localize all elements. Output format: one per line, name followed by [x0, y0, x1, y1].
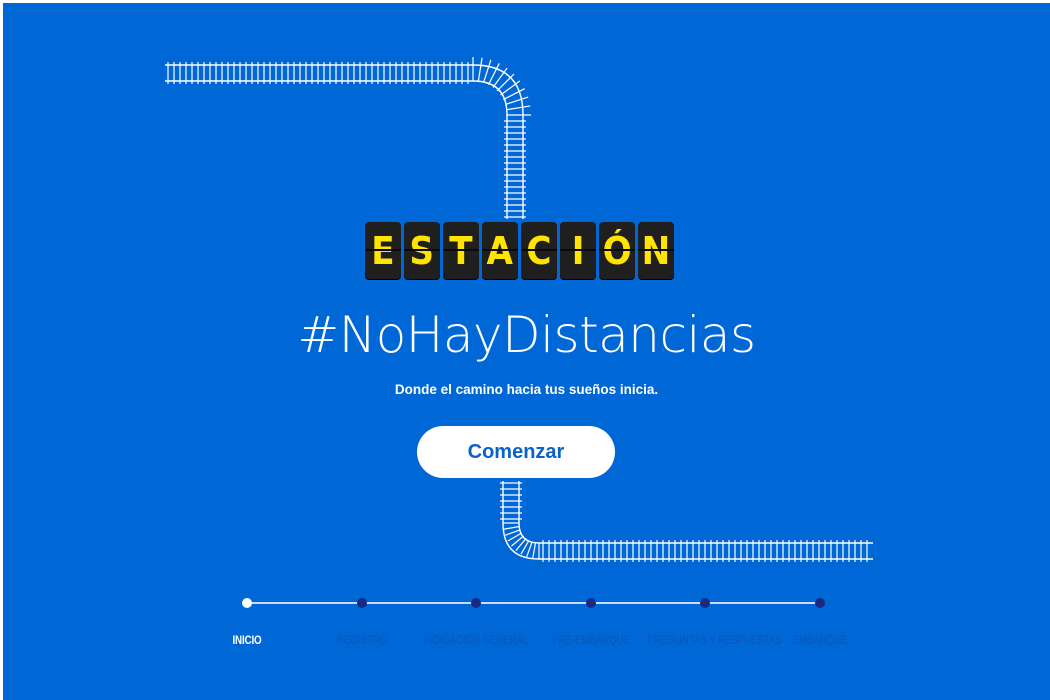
flap-letter: I [571, 228, 585, 273]
step-dot-inicio[interactable] [242, 598, 252, 608]
step-label-indicacion-general[interactable]: INDICACIÓN GENERAL [419, 633, 534, 647]
flap-tile: T [443, 222, 479, 279]
step-dot-indicacion-general[interactable] [471, 598, 481, 608]
railway-track-top [165, 57, 531, 219]
step-label-preguntas-y-respuestas[interactable]: PREGUNTAS Y RESPUESTAS [648, 633, 782, 647]
flap-tile: S [404, 222, 440, 279]
step-label-embarque[interactable]: EMBARQUE [763, 633, 878, 647]
flap-letter: N [641, 228, 671, 273]
flap-tile: A [482, 222, 518, 279]
flap-letter: S [409, 228, 435, 273]
flap-letter: A [486, 228, 514, 273]
flap-tile: E [365, 222, 401, 279]
station-flap-board: E S T A C I Ó N [365, 222, 674, 279]
step-dot-embarque[interactable] [815, 598, 825, 608]
flap-letter: T [449, 228, 473, 273]
flap-letter: Ó [602, 228, 632, 273]
start-button[interactable]: Comenzar [417, 426, 615, 478]
hashtag-title: #NoHayDistancias [297, 306, 756, 364]
step-dot-registro[interactable] [357, 598, 367, 608]
step-label-pre-embarque[interactable]: PRE-EMBARQUE [534, 633, 649, 647]
step-dot-preguntas-y-respuestas[interactable] [700, 598, 710, 608]
page-frame: E S T A C I Ó N #NoHayDistancias Donde e… [0, 0, 1050, 700]
step-dot-pre-embarque[interactable] [586, 598, 596, 608]
flap-tile: I [560, 222, 596, 279]
step-label-registro[interactable]: REGISTRO [305, 633, 420, 647]
hero-panel: E S T A C I Ó N #NoHayDistancias Donde e… [3, 3, 1050, 700]
railway-track-bottom [500, 481, 873, 562]
flap-tile: C [521, 222, 557, 279]
flap-tile: Ó [599, 222, 635, 279]
tagline: Donde el camino hacia tus sueños inicia. [394, 382, 659, 397]
step-label-inicio[interactable]: INICIO [190, 633, 305, 647]
flap-letter: C [526, 228, 552, 273]
progress-line [248, 602, 822, 604]
flap-tile: N [638, 222, 674, 279]
flap-letter: E [371, 228, 395, 273]
